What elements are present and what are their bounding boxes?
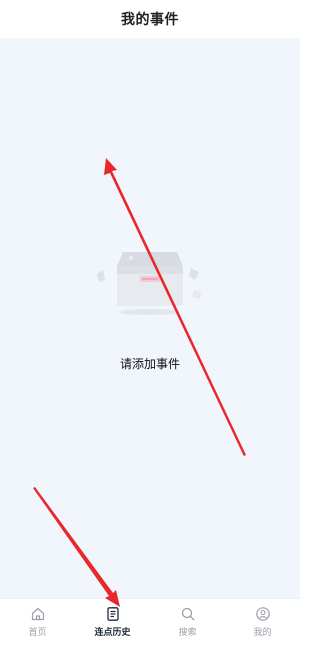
tab-search-label: 搜索 (178, 628, 197, 638)
tab-home-label: 首页 (28, 628, 47, 638)
history-list-icon (106, 607, 119, 621)
empty-box-icon (97, 252, 202, 315)
bottom-tab-bar: 首页 连点历史 搜索 我的 (0, 598, 300, 645)
tab-click-history[interactable]: 连点历史 (75, 599, 150, 645)
tab-click-history-label: 连点历史 (94, 628, 131, 638)
empty-state-message: 请添加事件 (119, 357, 180, 371)
tab-profile[interactable]: 我的 (225, 599, 300, 645)
event-list-area: 请添加事件 (0, 38, 300, 598)
tab-search[interactable]: 搜索 (150, 599, 225, 645)
profile-icon (255, 607, 270, 621)
home-icon (31, 607, 44, 621)
search-icon (181, 607, 195, 621)
top-bar: 我的事件 (0, 0, 300, 38)
tab-profile-label: 我的 (253, 628, 272, 638)
page-title: 我的事件 (121, 12, 179, 28)
tab-home[interactable]: 首页 (0, 599, 75, 645)
